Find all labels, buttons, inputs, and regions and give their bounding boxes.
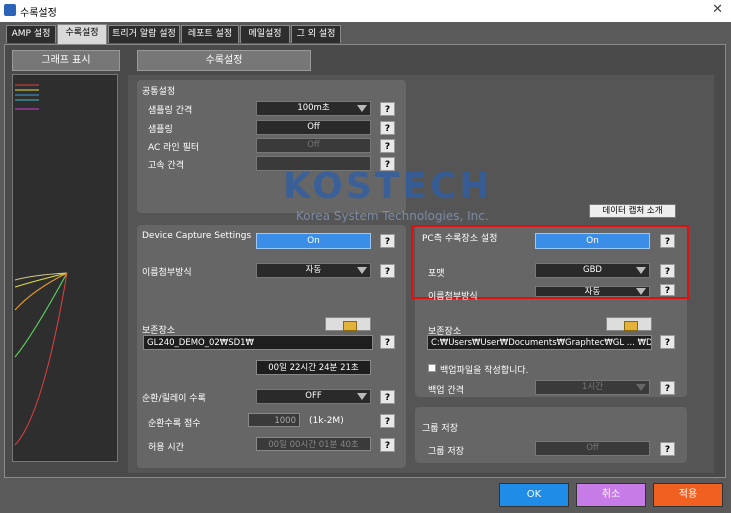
pc-format-value: GBD [583, 265, 602, 275]
help-button[interactable]: ? [380, 234, 395, 248]
graph-panel-header: 그래프 표시 [12, 50, 120, 71]
backup-interval-dropdown[interactable]: 1시간 [535, 380, 650, 395]
device-naming-label: 이름첨부방식 [142, 268, 192, 278]
kostech-tagline: Korea System Technologies, Inc. [296, 209, 489, 223]
kostech-watermark: KOSTECH [283, 166, 493, 207]
title-bar: 수록설정 ✕ [0, 0, 731, 22]
device-capture-title: Device Capture Settings [142, 231, 252, 241]
device-naming-value: 자동 [305, 265, 322, 275]
device-capture-on-button[interactable]: On [256, 233, 371, 249]
help-button[interactable]: ? [380, 335, 395, 349]
group-save-title: 그룹 저장 [422, 424, 458, 434]
ring-recording-dropdown[interactable]: OFF [256, 389, 371, 404]
pc-naming-value: 자동 [584, 287, 601, 297]
ring-count-range: (1k-2M) [309, 416, 344, 426]
sampling-interval-label: 샘플링 간격 [148, 106, 193, 116]
cancel-button[interactable]: 취소 [576, 483, 646, 507]
ok-button[interactable]: OK [499, 483, 569, 507]
close-icon[interactable]: ✕ [712, 2, 723, 17]
tab-mail-settings[interactable]: 메일설정 [240, 25, 290, 43]
high-speed-interval-label: 고속 간격 [148, 161, 184, 171]
help-button[interactable]: ? [660, 335, 675, 349]
tab-recording-settings[interactable]: 수록설정 [57, 24, 107, 44]
sampling-interval-dropdown[interactable]: 100m초 [256, 101, 371, 116]
chevron-down-icon [636, 384, 646, 391]
tab-trigger-alarm[interactable]: 트리거 알람 설정 [108, 25, 180, 43]
app-icon [4, 4, 16, 16]
ac-filter-label: AC 라인 필터 [148, 143, 200, 153]
pc-format-dropdown[interactable]: GBD [535, 263, 650, 278]
help-button[interactable]: ? [380, 438, 395, 452]
help-button[interactable]: ? [660, 284, 675, 296]
sampling-label: 샘플링 [148, 125, 173, 135]
pc-naming-label: 이름첨부방식 [428, 292, 478, 302]
ring-recording-value: OFF [305, 391, 322, 401]
help-button[interactable]: ? [660, 264, 675, 278]
folder-icon [624, 321, 638, 331]
apply-button[interactable]: 적용 [653, 483, 723, 507]
chevron-down-icon [357, 393, 367, 400]
data-capture-intro-button[interactable]: 데이터 캡처 소개 [589, 204, 676, 218]
device-naming-dropdown[interactable]: 자동 [256, 263, 371, 278]
help-button[interactable]: ? [660, 381, 675, 395]
pc-naming-dropdown[interactable]: 자동 [535, 286, 650, 297]
chevron-down-icon [636, 267, 646, 274]
device-time-remaining: 00일 22시간 24분 21초 [256, 360, 371, 375]
common-settings-title: 공통설정 [142, 87, 176, 97]
backup-interval-value: 1시간 [581, 382, 604, 392]
allowed-time-label: 허용 시간 [148, 443, 184, 453]
group-save-label: 그룹 저장 [428, 447, 464, 457]
graph-preview [12, 74, 118, 462]
device-browse-button[interactable] [325, 317, 371, 331]
settings-header: 수록설정 [137, 50, 311, 71]
chevron-down-icon [357, 105, 367, 112]
tab-other-settings[interactable]: 그 외 설정 [291, 25, 341, 43]
pc-recording-on-button[interactable]: On [535, 233, 650, 249]
chevron-down-icon [636, 288, 646, 295]
pc-format-label: 포맷 [428, 269, 445, 279]
chevron-down-icon [357, 267, 367, 274]
sampling-interval-value: 100m초 [297, 103, 330, 113]
backup-checkbox-label: 백업파일을 작성합니다. [440, 366, 529, 376]
ring-count-input[interactable]: 1000 [248, 413, 300, 427]
allowed-time-value: 00일 00시간 01분 40초 [256, 437, 371, 451]
pc-save-path-field[interactable]: C:₩Users₩User₩Documents₩Graphtec₩GL ... … [427, 335, 652, 350]
help-button[interactable]: ? [380, 414, 395, 428]
help-button[interactable]: ? [380, 102, 395, 116]
help-button[interactable]: ? [380, 121, 395, 135]
pc-recording-title: PC측 수록장소 설정 [422, 234, 498, 244]
tab-report-settings[interactable]: 레포트 설정 [181, 25, 239, 43]
group-save-toggle[interactable]: Off [535, 441, 650, 456]
ac-filter-toggle[interactable]: Off [256, 138, 371, 153]
graph-preview-canvas [14, 84, 68, 446]
help-button[interactable]: ? [380, 139, 395, 153]
help-button[interactable]: ? [660, 234, 675, 248]
help-button[interactable]: ? [660, 442, 675, 456]
help-button[interactable]: ? [380, 390, 395, 404]
backup-checkbox[interactable] [428, 364, 436, 372]
backup-interval-label: 백업 간격 [428, 386, 464, 396]
help-button[interactable]: ? [380, 264, 395, 278]
pc-browse-button[interactable] [606, 317, 652, 331]
sampling-toggle[interactable]: Off [256, 120, 371, 135]
tab-amp-settings[interactable]: AMP 설정 [6, 25, 56, 43]
ring-count-label: 순환수록 점수 [148, 419, 201, 429]
ring-recording-label: 순환/릴레이 수록 [142, 394, 206, 404]
folder-icon [343, 321, 357, 331]
window-title: 수록설정 [20, 8, 57, 19]
device-save-path-field[interactable]: GL240_DEMO_02₩SD1₩ [143, 335, 373, 350]
